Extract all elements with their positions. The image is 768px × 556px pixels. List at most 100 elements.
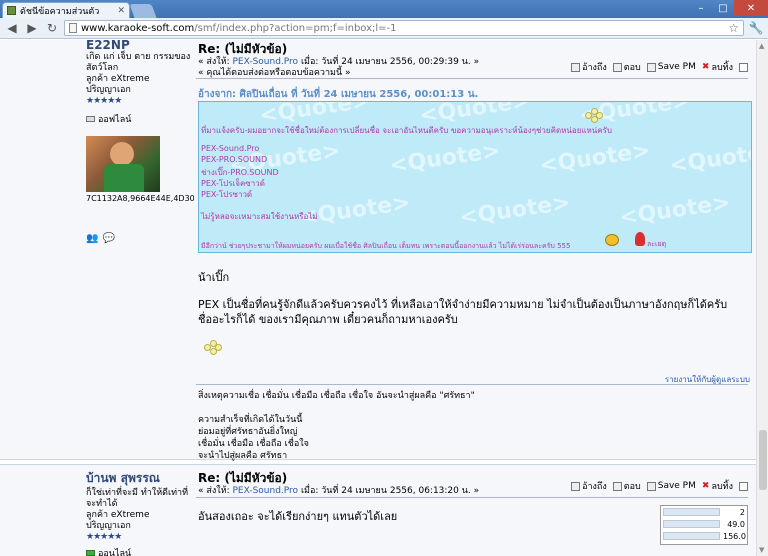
quote-line: PEX-โปรซาวด์ (201, 190, 253, 199)
rank-stars: ★★★★★ (86, 96, 122, 106)
pm-message: บ้านพ สุพรรณ ก็ใช่เท่าที่จะมี ทำให้ดีเท่… (0, 464, 756, 556)
reply-icon (612, 481, 622, 491)
reload-icon[interactable]: ↻ (44, 20, 60, 36)
quote-line: ที่มาแจ้งครับ-ผมอยากจะใช้ชื่อใหม่ต้องการ… (201, 126, 612, 135)
quote-header: อ้างจาก: ศิลปินเถื่อน ที่ วันที่ 24 เมษา… (198, 89, 479, 100)
poster-title: เกิด แก่ เจ็บ ตาย กรรมของ (86, 52, 191, 62)
pm-message: E22NP เกิด แก่ เจ็บ ตาย กรรมของ สัตว์โลก… (0, 40, 756, 461)
smiley-emoticon-icon (605, 234, 619, 246)
stat-value: 2 (739, 507, 745, 517)
poster-rank-2: ปริญญาเอก (86, 521, 131, 531)
delete-icon: ✖ (701, 62, 710, 72)
url-path: /smf/index.php?action=pm;f=inbox;l=-1 (194, 22, 397, 34)
divider (196, 78, 748, 79)
poster-title: ก็ใช่เท่าที่จะมี ทำให้ดีเท่าที่ (86, 488, 189, 498)
poster-title-2: สัตว์โลก (86, 63, 119, 73)
quote-line: มีอีกว่าน์ ช่วยๆประชามาให้ผมหน่อยครับ ผม… (201, 242, 571, 250)
online-status-label: ออฟไลน์ (98, 115, 132, 125)
select-checkbox[interactable] (739, 62, 748, 72)
close-window-icon[interactable]: ✕ (734, 0, 768, 16)
poster-icons: 👥 💬 (86, 233, 196, 244)
save-pm-button[interactable]: Save PM (646, 481, 696, 491)
close-tab-icon[interactable]: ✕ (117, 6, 125, 16)
online-status-label: ออนไลน์ (98, 549, 132, 556)
browser-tabbar: ดัชนีข้อความส่วนตัว ✕ – □ ✕ (0, 0, 768, 18)
bookmark-star-icon[interactable]: ☆ (728, 21, 739, 35)
signature-line: เชื่อมั่น เชื่อมือ เชื่อถือ เชื่อใจ (198, 439, 309, 449)
scrollbar-thumb[interactable] (759, 430, 767, 490)
page-content: E22NP เกิด แก่ เจ็บ ตาย กรรมของ สัตว์โลก… (0, 40, 756, 556)
quote-line: PEX-Sound.Pro (201, 144, 260, 153)
page-icon (69, 23, 77, 33)
message-actions: อ้างถึง ตอบ Save PM ✖ ลบทิ้ง (571, 60, 748, 74)
scroll-up-icon[interactable]: ▲ (759, 42, 764, 50)
reply-button[interactable]: ตอบ (612, 479, 641, 493)
poster-name[interactable]: บ้านพ สุพรรณ (86, 469, 196, 488)
stat-value: 49.0 (727, 519, 745, 529)
minimize-icon[interactable]: – (690, 0, 712, 16)
quote-block: <Quote> <Quote> <Quote> <Quote> <Quote> … (198, 101, 752, 253)
favicon-icon (7, 6, 16, 15)
url-host: www.karaoke-soft.com (81, 22, 195, 34)
offline-icon (86, 116, 95, 122)
quote-line: ไม่รู้หลอจะเหมาะสมใช้งานหรือไม่ (201, 212, 318, 221)
message-actions: อ้างถึง ตอบ Save PM ✖ ลบทิ้ง (571, 479, 748, 493)
message-body-line: น้าเปิ๊ก (198, 271, 230, 284)
signature-line: ย่อมอยู่ที่ศรัทธาอันยิ่งใหญ่ (198, 427, 298, 437)
save-icon (646, 481, 656, 491)
online-icon (86, 550, 95, 556)
send-pm-icon[interactable]: 💬 (102, 233, 114, 244)
poster-title-2: จะทำได้ (86, 499, 118, 509)
avatar (86, 136, 160, 192)
poster-name[interactable]: E22NP (86, 40, 196, 52)
rank-stars: ★★★★★ (86, 532, 122, 542)
window-controls: – □ ✕ (690, 0, 768, 16)
delete-button[interactable]: ✖ ลบทิ้ง (702, 60, 733, 74)
new-tab-button[interactable] (129, 4, 157, 18)
divider (196, 497, 748, 498)
online-status: ออนไลน์ (86, 546, 196, 556)
flower-emoticon-icon (204, 340, 222, 356)
poster-info: E22NP เกิด แก่ เจ็บ ตาย กรรมของ สัตว์โลก… (86, 40, 196, 244)
quote-icon (571, 62, 581, 72)
stat-value: 156.0 (723, 531, 746, 541)
quote-icon (571, 481, 581, 491)
poster-rank: ลูกค้า eXtreme (86, 510, 150, 520)
select-checkbox[interactable] (739, 481, 748, 491)
signature-line: ความสำเร็จที่เกิดได้ในวันนี้ (198, 415, 303, 425)
quote-button[interactable]: อ้างถึง (571, 479, 607, 493)
recipient-link[interactable]: PEX-Sound.Pro (233, 486, 299, 496)
delete-button[interactable]: ✖ ลบทิ้ง (702, 479, 733, 493)
wrench-menu-icon[interactable]: 🔧 (748, 20, 764, 36)
signature-divider (196, 384, 748, 385)
emoticon-caption: ละเยตุ (647, 240, 667, 248)
message-body: อันสองเถอะ จะได้เรียกง่ายๆ แทนตัวได้เลย (198, 510, 398, 523)
forward-icon[interactable]: ▶ (24, 20, 40, 36)
vertical-scrollbar[interactable]: ▲ ▼ (756, 40, 768, 556)
back-icon[interactable]: ◀ (4, 20, 20, 36)
save-icon (646, 62, 656, 72)
poster-rank-2: ปริญญาเอก (86, 85, 131, 95)
avatar-caption: 7C1132A8,9664E44E,4D30C (86, 194, 194, 203)
signature-line: สิ่งเหตุความเชื่อ เชื่อมั่น เชื่อมือ เชื… (198, 391, 475, 401)
maximize-icon[interactable]: □ (712, 0, 734, 16)
message-reply-note: « คุณได้ตอบส่งต่อหรือตอบข้อความนี้ » (198, 68, 351, 78)
delete-icon: ✖ (701, 481, 710, 491)
quote-button[interactable]: อ้างถึง (571, 60, 607, 74)
add-buddy-icon[interactable]: 👥 (86, 233, 98, 244)
browser-toolbar: ◀ ▶ ↻ www.karaoke-soft.com/smf/index.php… (0, 18, 768, 39)
save-pm-button[interactable]: Save PM (646, 62, 696, 72)
browser-tab[interactable]: ดัชนีข้อความส่วนตัว ✕ (2, 2, 130, 18)
reply-button[interactable]: ตอบ (612, 60, 641, 74)
quote-line: PEX-PRO.SOUND (201, 155, 268, 164)
message-meta: « ส่งให้: PEX-Sound.Pro เมื่อ: วันที่ 24… (198, 486, 480, 496)
online-status: ออฟไลน์ (86, 112, 196, 126)
flower-emoticon-icon (585, 108, 603, 124)
girl-emoticon-icon (635, 232, 645, 246)
address-bar[interactable]: www.karaoke-soft.com/smf/index.php?actio… (64, 20, 744, 36)
poster-info: บ้านพ สุพรรณ ก็ใช่เท่าที่จะมี ทำให้ดีเท่… (86, 469, 196, 556)
poster-stats-box: 2 49.0 156.0 (660, 505, 748, 545)
reply-icon (612, 62, 622, 72)
scroll-down-icon[interactable]: ▼ (759, 546, 764, 554)
signature-line: จะนำไปสู่ผลคือ ศรัทธา (198, 451, 288, 461)
